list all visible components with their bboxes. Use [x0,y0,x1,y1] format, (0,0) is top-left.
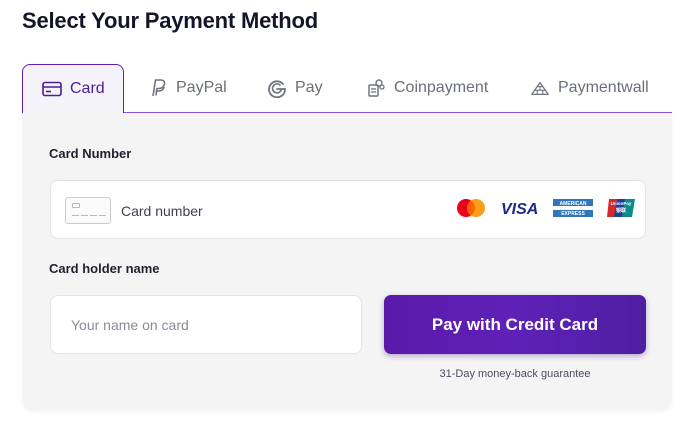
svg-text:AMERICAN: AMERICAN [560,201,587,207]
card-number-placeholder: Card number [121,203,203,219]
card-holder-input[interactable] [51,296,361,353]
tab-label: Pay [295,79,323,96]
tab-label: Coinpayment [394,79,489,96]
american-express-icon: AMERICAN EXPRESS [553,199,593,222]
svg-text:EXPRESS: EXPRESS [561,211,585,217]
tab-label: Card [70,80,105,97]
card-holder-field[interactable] [50,295,362,354]
card-number-label: Card Number [49,146,132,161]
credit-card-icon [42,79,62,99]
tab-coinpayment[interactable]: Coinpayment [366,64,488,112]
tab-paymentwall[interactable]: Paymentwall [530,64,649,112]
visa-icon: VISA [501,200,539,221]
page-title: Select Your Payment Method [22,8,318,33]
tab-label: Paymentwall [558,79,649,96]
tab-paypal[interactable]: PayPal [148,64,227,112]
card-payment-panel: Card Number Card number VISA AMERICAN EXP… [22,113,672,411]
tab-google-pay[interactable]: Pay [267,64,323,112]
svg-text:UnionPay: UnionPay [611,201,632,206]
paypal-icon [148,78,168,98]
paymentwall-icon [530,78,550,98]
card-brands: VISA AMERICAN EXPRESS UnionPay 银联 [455,198,637,223]
card-holder-label: Card holder name [49,261,160,276]
card-number-field[interactable]: Card number VISA AMERICAN EXPRESS UnionPa… [50,180,646,239]
tab-card[interactable]: Card [22,64,124,113]
google-pay-icon [267,78,287,98]
svg-text:VISA: VISA [501,201,538,216]
payment-method-tabs: Card PayPal Pay Coinpayment Paymentwall [22,64,672,113]
money-back-guarantee: 31-Day money-back guarantee [439,368,591,380]
svg-text:银联: 银联 [615,207,626,214]
mastercard-icon [455,198,487,223]
coinpayment-icon [366,78,386,98]
pay-with-credit-card-button[interactable]: Pay with Credit Card [384,295,646,354]
card-outline-icon [65,197,111,224]
tab-label: PayPal [176,79,227,96]
unionpay-icon: UnionPay 银联 [607,198,637,223]
